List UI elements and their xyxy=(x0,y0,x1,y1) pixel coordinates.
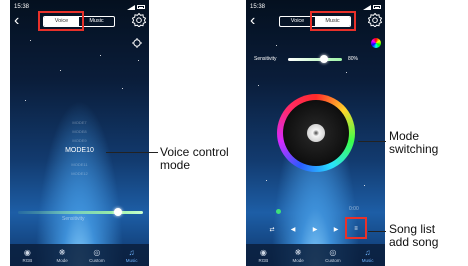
tab-label: Custom xyxy=(89,257,105,263)
mode-item[interactable]: MODE11 xyxy=(10,160,149,169)
star xyxy=(266,180,267,181)
highlight-box xyxy=(310,11,356,31)
tab-label: RGB xyxy=(258,257,269,263)
tab-label: Mode xyxy=(56,257,68,263)
custom-icon: ◎ xyxy=(329,247,337,257)
star xyxy=(346,72,347,73)
star xyxy=(25,100,26,101)
bottom-tab-bar: ◉ RGB ❋ Mode ◎ Custom ♫ Music xyxy=(246,244,385,266)
voice-mode-screen: 15:38 ‹ Voice Music MODE7 MODE8 MODE9 MO… xyxy=(10,0,149,266)
mode-item[interactable]: MODE7 xyxy=(10,118,149,127)
music-note-icon: ♫ xyxy=(364,247,371,257)
tab-rgb[interactable]: ◉ RGB xyxy=(12,248,42,263)
tab-label: Music xyxy=(361,257,374,263)
highlight-box xyxy=(345,217,367,239)
disc-center xyxy=(307,124,325,142)
signal-icon xyxy=(127,4,135,10)
star xyxy=(258,85,259,86)
custom-icon: ◎ xyxy=(93,247,101,257)
sensitivity-slider[interactable] xyxy=(288,58,342,61)
gear-icon[interactable] xyxy=(368,13,382,27)
bottom-tab-bar: ◉ RGB ❋ Mode ◎ Custom ♫ Music xyxy=(10,244,149,266)
tab-label: Mode xyxy=(292,257,304,263)
tab-label: Custom xyxy=(325,257,341,263)
callout-voice-control: Voice control mode xyxy=(160,146,229,172)
music-mode-screen: 15:38 ‹ Voice Music Sensitivity 80% 0:00… xyxy=(246,0,385,266)
tab-mode[interactable]: ❋ Mode xyxy=(47,248,77,263)
sensitivity-value: 80% xyxy=(348,56,359,62)
tab-label: RGB xyxy=(22,257,33,263)
mode-icon: ❋ xyxy=(58,247,66,257)
bulb-icon: ◉ xyxy=(23,247,31,257)
mode-list-below: MODE11 MODE12 xyxy=(10,160,149,178)
mode-icon: ❋ xyxy=(294,247,302,257)
time-label: 0:00 xyxy=(349,206,359,212)
tab-custom[interactable]: ◎ Custom xyxy=(82,248,112,263)
callout-mode-switching: Mode switching xyxy=(389,130,438,156)
play-icon[interactable]: ▶ xyxy=(309,226,321,233)
crosshair-icon[interactable] xyxy=(132,38,142,48)
callout-line xyxy=(358,141,386,142)
music-note-icon: ♫ xyxy=(128,247,135,257)
sensitivity-label: Sensitivity xyxy=(254,56,277,62)
star xyxy=(30,40,31,41)
star xyxy=(60,70,61,71)
star xyxy=(100,55,101,56)
callout-line xyxy=(368,231,386,232)
callout-text-line: add song xyxy=(389,235,439,249)
callout-line xyxy=(106,152,158,153)
mode-item[interactable]: MODE12 xyxy=(10,169,149,178)
back-icon[interactable]: ‹ xyxy=(250,13,262,29)
mode-item[interactable]: MODE9 xyxy=(10,136,149,145)
back-icon[interactable]: ‹ xyxy=(14,13,26,29)
star xyxy=(122,88,123,89)
callout-text-line: mode xyxy=(160,158,191,172)
tab-mode[interactable]: ❋ Mode xyxy=(283,248,313,263)
sensitivity-slider[interactable] xyxy=(18,211,143,214)
sensitivity-knob[interactable] xyxy=(114,208,122,216)
mode-list-above: MODE7 MODE8 MODE9 xyxy=(10,118,149,145)
battery-icon xyxy=(137,5,145,9)
tab-label: Music xyxy=(125,257,138,263)
bulb-icon: ◉ xyxy=(259,247,267,257)
star xyxy=(364,185,365,186)
sensitivity-label: Sensitivity xyxy=(62,216,85,222)
status-bar: 15:38 xyxy=(250,3,381,11)
star xyxy=(138,60,139,61)
star xyxy=(276,45,277,46)
highlight-box xyxy=(38,11,84,31)
color-palette-icon[interactable] xyxy=(371,38,381,48)
tab-music-nav[interactable]: ♫ Music xyxy=(353,248,383,263)
status-bar: 15:38 xyxy=(14,3,145,11)
tab-music[interactable]: Music xyxy=(79,17,114,26)
mode-item[interactable]: MODE8 xyxy=(10,127,149,136)
shuffle-icon[interactable]: ⇄ xyxy=(266,226,278,233)
status-time: 15:38 xyxy=(14,4,30,10)
status-time: 15:38 xyxy=(250,4,266,10)
signal-icon xyxy=(363,4,371,10)
tab-music-nav[interactable]: ♫ Music xyxy=(117,248,147,263)
callout-song-list: Song list add song xyxy=(389,223,438,249)
next-icon[interactable]: ▶ xyxy=(330,226,342,233)
callout-text-line: switching xyxy=(389,142,439,156)
previous-icon[interactable]: ◀ xyxy=(287,226,299,233)
tab-rgb[interactable]: ◉ RGB xyxy=(248,248,278,263)
gear-icon[interactable] xyxy=(132,13,146,27)
progress-dot[interactable] xyxy=(276,209,281,214)
battery-icon xyxy=(373,5,381,9)
sensitivity-knob[interactable] xyxy=(320,55,328,63)
tab-custom[interactable]: ◎ Custom xyxy=(318,248,348,263)
